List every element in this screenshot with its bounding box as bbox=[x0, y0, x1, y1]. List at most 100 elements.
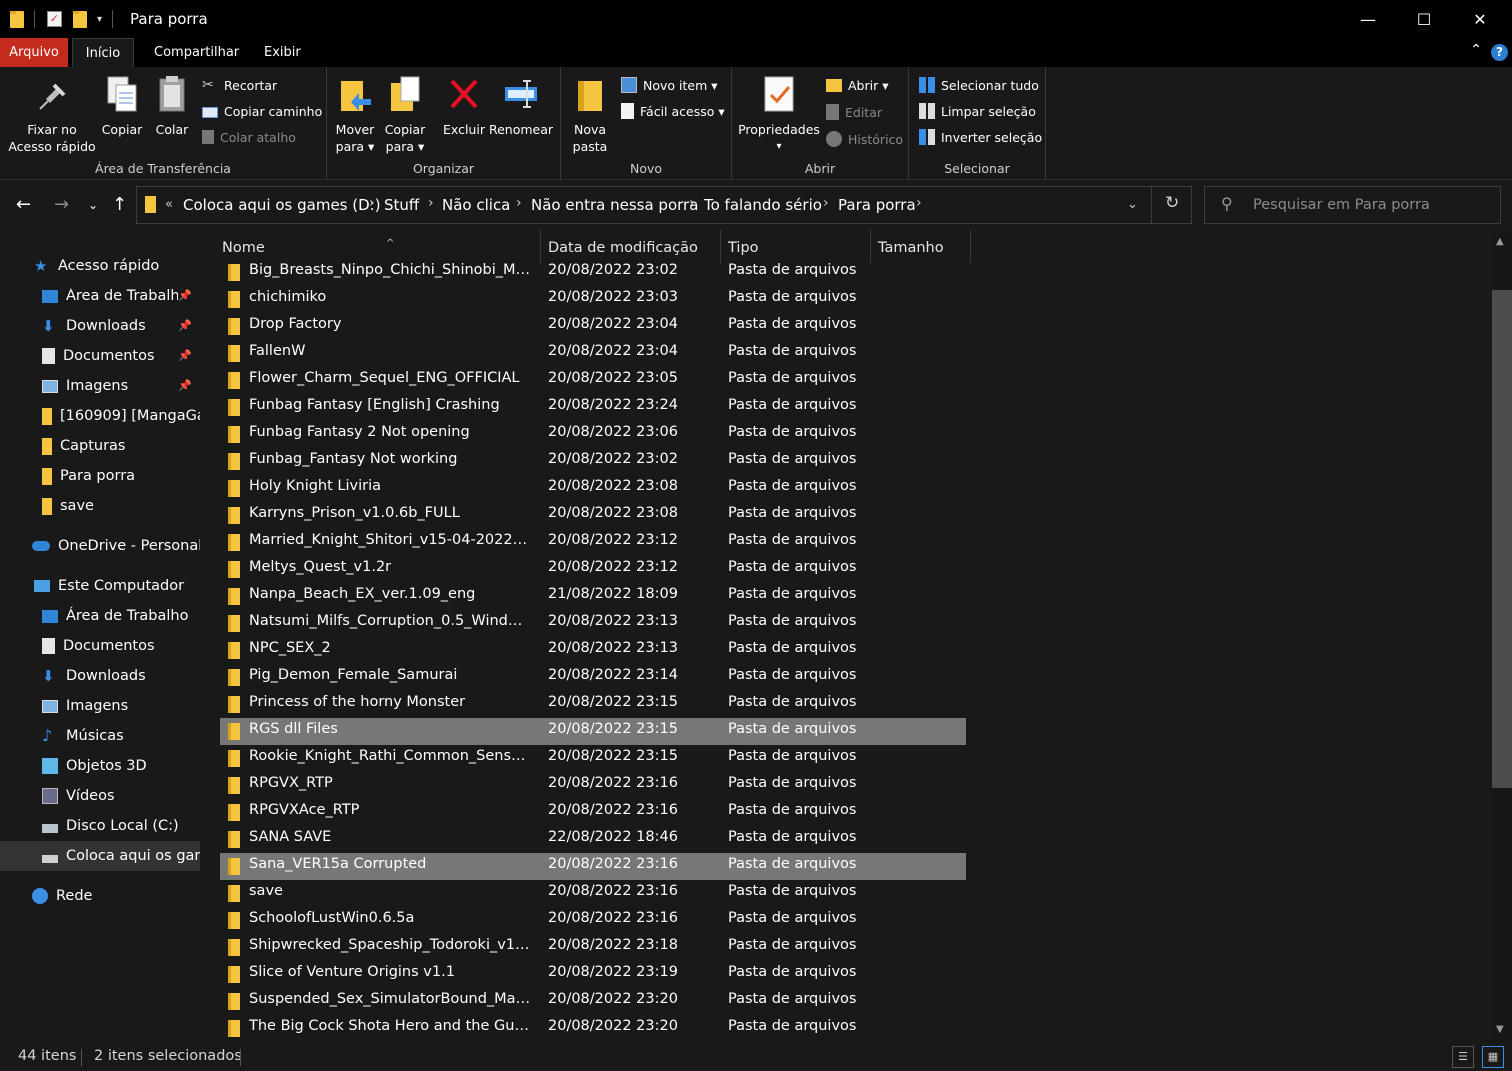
sidebar-item-desktop-pc[interactable]: Área de Trabalho bbox=[0, 601, 200, 631]
file-name[interactable]: Big_Breasts_Ninpo_Chichi_Shinobi_MT-Fi..… bbox=[249, 262, 531, 278]
sidebar-item-capturas[interactable]: Capturas bbox=[0, 431, 200, 461]
edit-button[interactable]: Editar bbox=[826, 102, 882, 122]
refresh-icon[interactable]: ↻ bbox=[1165, 193, 1179, 213]
file-name[interactable]: chichimiko bbox=[249, 289, 531, 305]
file-name[interactable]: NPC_SEX_2 bbox=[249, 640, 531, 656]
sidebar-item-documents-pc[interactable]: Documentos bbox=[0, 631, 200, 661]
copy-button[interactable]: Copiar bbox=[100, 73, 144, 138]
move-to-button[interactable]: Mover para ▾ bbox=[331, 73, 379, 155]
pin-quick-access-button[interactable]: Fixar no Acesso rápido bbox=[4, 73, 100, 155]
sidebar-item-save[interactable]: save bbox=[0, 491, 200, 521]
table-row[interactable]: Suspended_Sex_SimulatorBound_Mama_... 20/… bbox=[220, 988, 966, 1015]
help-icon[interactable]: ? bbox=[1491, 44, 1508, 61]
table-row[interactable]: SchoolofLustWin0.6.5a 20/08/2022 23:16 Pas… bbox=[220, 907, 966, 934]
breadcrumb-chevron-icon[interactable]: › bbox=[428, 195, 434, 211]
table-row[interactable]: RPGVXAce_RTP 20/08/2022 23:16 Pasta de arq… bbox=[220, 799, 966, 826]
recent-locations-chevron-icon[interactable]: ⌄ bbox=[88, 198, 98, 212]
large-icons-view-icon[interactable]: ▦ bbox=[1482, 1046, 1504, 1068]
rename-button[interactable]: Renomear bbox=[487, 73, 555, 138]
forward-arrow-icon[interactable]: → bbox=[54, 194, 69, 215]
breadcrumb-chevron-icon[interactable]: › bbox=[916, 195, 922, 211]
scroll-thumb[interactable] bbox=[1492, 290, 1512, 788]
file-name[interactable]: RGS dll Files bbox=[249, 721, 531, 737]
file-name[interactable]: Funbag Fantasy [English] Crashing bbox=[249, 397, 531, 413]
file-name[interactable]: Sana_VER15a Corrupted bbox=[249, 856, 531, 872]
file-name[interactable]: FallenW bbox=[249, 343, 531, 359]
vertical-scrollbar[interactable]: ▲ ▼ bbox=[1492, 230, 1512, 1042]
copy-path-button[interactable]: Copiar caminho bbox=[202, 101, 322, 121]
file-name[interactable]: Karryns_Prison_v1.0.6b_FULL bbox=[249, 505, 531, 521]
customize-qat-icon[interactable]: ▾ bbox=[97, 14, 102, 25]
open-button[interactable]: Abrir ▾ bbox=[826, 75, 889, 95]
table-row[interactable]: Sana_VER15a Corrupted 20/08/2022 23:16 Pas… bbox=[220, 853, 966, 880]
file-name[interactable]: SANA SAVE bbox=[249, 829, 531, 845]
file-name[interactable]: Suspended_Sex_SimulatorBound_Mama_... bbox=[249, 991, 531, 1007]
sidebar-item-pictures[interactable]: Imagens 📌 bbox=[0, 371, 200, 401]
table-row[interactable]: Flower_Charm_Sequel_ENG_OFFICIAL 20/08/20… bbox=[220, 367, 966, 394]
file-name[interactable]: save bbox=[249, 883, 531, 899]
file-name[interactable]: Funbag Fantasy 2 Not opening bbox=[249, 424, 531, 440]
back-arrow-icon[interactable]: ← bbox=[16, 194, 31, 215]
sidebar-item-this-pc[interactable]: Este Computador bbox=[0, 571, 200, 601]
sidebar-item-local-disk-c[interactable]: Disco Local (C:) bbox=[0, 811, 200, 841]
table-row[interactable]: chichimiko 20/08/2022 23:03 Pasta de arqui… bbox=[220, 286, 966, 313]
file-list[interactable]: Nome ^ Data de modificação Tipo Tamanho … bbox=[200, 230, 1492, 1042]
file-name[interactable]: RPGVXAce_RTP bbox=[249, 802, 531, 818]
copy-to-button[interactable]: Copiar para ▾ bbox=[381, 73, 429, 155]
table-row[interactable]: Big_Breasts_Ninpo_Chichi_Shinobi_MT-Fi..… bbox=[220, 259, 966, 286]
close-button[interactable]: ✕ bbox=[1452, 0, 1508, 38]
tab-compartilhar[interactable]: Compartilhar bbox=[140, 38, 253, 67]
sidebar-item-network[interactable]: Rede bbox=[0, 881, 200, 911]
table-row[interactable]: Princess of the horny Monster 20/08/2022 … bbox=[220, 691, 966, 718]
file-name[interactable]: Pig_Demon_Female_Samurai bbox=[249, 667, 531, 683]
breadcrumb-chevron-icon[interactable]: › bbox=[823, 195, 829, 211]
sidebar-item-documents[interactable]: Documentos 📌 bbox=[0, 341, 200, 371]
sidebar-item-3d-objects[interactable]: Objetos 3D bbox=[0, 751, 200, 781]
breadcrumb-nao-entra[interactable]: Não entra nessa porra bbox=[531, 196, 698, 214]
sidebar-item-downloads[interactable]: ⬇ Downloads 📌 bbox=[0, 311, 200, 341]
pin-icon[interactable]: 📌 bbox=[178, 289, 192, 302]
file-name[interactable]: Flower_Charm_Sequel_ENG_OFFICIAL bbox=[249, 370, 531, 386]
scroll-up-icon[interactable]: ▲ bbox=[1496, 236, 1504, 247]
table-row[interactable]: FallenW 20/08/2022 23:04 Pasta de arquivos bbox=[220, 340, 966, 367]
sidebar-item-mangagamer[interactable]: [160909] [MangaGamer] bbox=[0, 401, 200, 431]
paste-button[interactable]: Colar bbox=[150, 73, 194, 138]
breadcrumb-chevron-icon[interactable]: › bbox=[689, 195, 695, 211]
breadcrumb-stuff[interactable]: Stuff bbox=[384, 196, 419, 214]
details-view-icon[interactable]: ☰ bbox=[1452, 1046, 1474, 1068]
table-row[interactable]: Funbag Fantasy [English] Crashing 20/08/2… bbox=[220, 394, 966, 421]
sidebar-item-videos[interactable]: Vídeos bbox=[0, 781, 200, 811]
table-row[interactable]: Holy Knight Liviria 20/08/2022 23:08 Pasta… bbox=[220, 475, 966, 502]
breadcrumb-chevron-icon[interactable]: › bbox=[369, 195, 375, 211]
paste-shortcut-button[interactable]: Colar atalho bbox=[202, 127, 296, 147]
invert-selection-button[interactable]: Inverter seleção bbox=[919, 127, 1042, 147]
breadcrumb-chevron-icon[interactable]: › bbox=[516, 195, 522, 211]
breadcrumb-overflow[interactable]: « bbox=[165, 197, 173, 212]
pin-icon[interactable]: 📌 bbox=[178, 379, 192, 392]
table-row[interactable]: Pig_Demon_Female_Samurai 20/08/2022 23:14… bbox=[220, 664, 966, 691]
sidebar-item-quick-access[interactable]: ★ Acesso rápido bbox=[0, 251, 200, 281]
history-button[interactable]: Histórico bbox=[826, 129, 903, 149]
table-row[interactable]: Married_Knight_Shitori_v15-04-2022_MO...… bbox=[220, 529, 966, 556]
table-row[interactable]: Funbag Fantasy 2 Not opening 20/08/2022 2… bbox=[220, 421, 966, 448]
file-name[interactable]: Rookie_Knight_Rathi_Common_Sense_Ch... bbox=[249, 748, 531, 764]
properties-button[interactable]: Propriedades ▾ bbox=[738, 73, 820, 155]
search-box[interactable]: ⚲ bbox=[1204, 186, 1501, 224]
pin-icon[interactable]: 📌 bbox=[178, 319, 192, 332]
file-name[interactable]: Nanpa_Beach_EX_ver.1.09_eng bbox=[249, 586, 531, 602]
collapse-ribbon-icon[interactable]: ⌃ bbox=[1470, 42, 1482, 58]
easy-access-button[interactable]: Fácil acesso ▾ bbox=[621, 101, 725, 121]
file-name[interactable]: Drop Factory bbox=[249, 316, 531, 332]
file-name[interactable]: Married_Knight_Shitori_v15-04-2022_MO... bbox=[249, 532, 531, 548]
table-row[interactable]: Rookie_Knight_Rathi_Common_Sense_Ch... 20… bbox=[220, 745, 966, 772]
address-bar[interactable]: « Coloca aqui os games (D:) › Stuff › Nã… bbox=[136, 186, 1192, 224]
select-all-button[interactable]: Selecionar tudo bbox=[919, 75, 1039, 95]
table-row[interactable]: The Big Cock Shota Hero and the Guided..… bbox=[220, 1015, 966, 1042]
tab-inicio[interactable]: Início bbox=[72, 38, 134, 67]
sidebar-item-onedrive[interactable]: OneDrive - Personal bbox=[0, 531, 200, 561]
table-row[interactable]: NPC_SEX_2 20/08/2022 23:13 Pasta de arquiv… bbox=[220, 637, 966, 664]
file-name[interactable]: Slice of Venture Origins v1.1 bbox=[249, 964, 531, 980]
table-row[interactable]: Funbag_Fantasy Not working 20/08/2022 23:… bbox=[220, 448, 966, 475]
new-folder-button[interactable]: Nova pasta bbox=[567, 73, 613, 155]
file-name[interactable]: The Big Cock Shota Hero and the Guided..… bbox=[249, 1018, 531, 1034]
